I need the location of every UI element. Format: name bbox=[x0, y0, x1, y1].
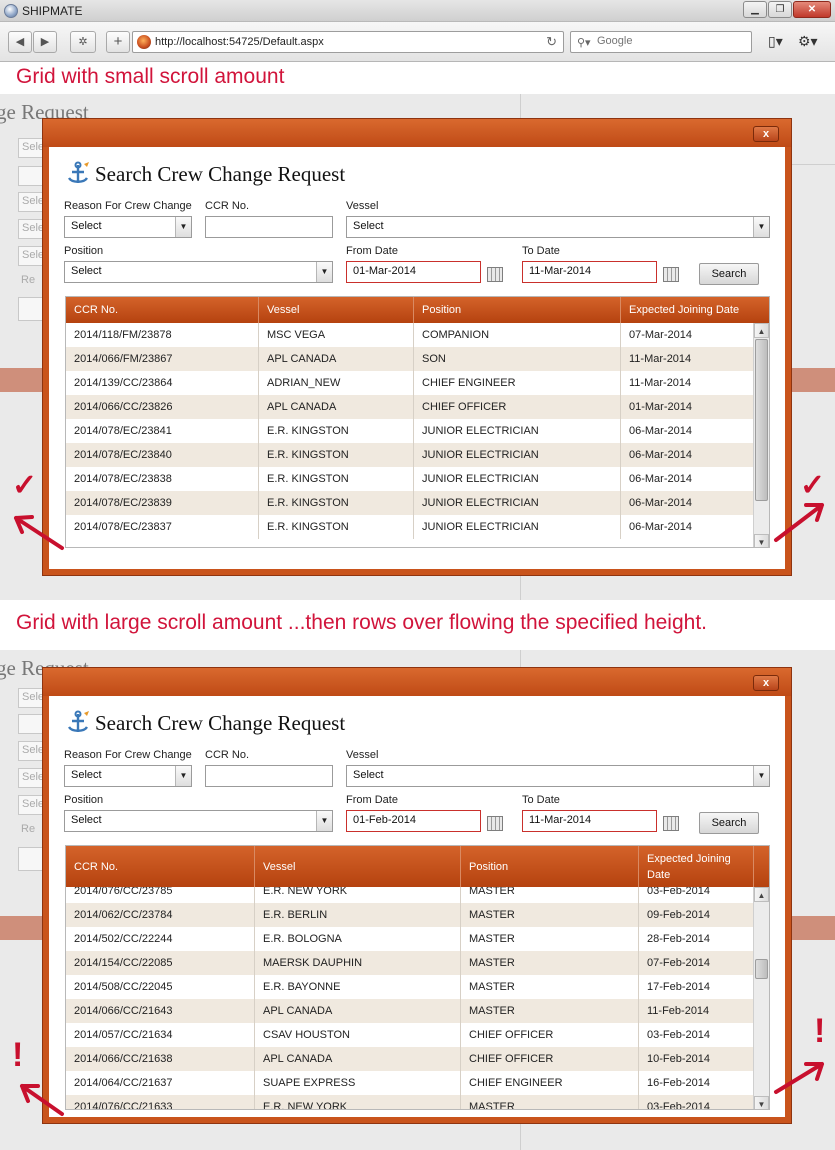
arrow-icon bbox=[14, 515, 64, 550]
arrow-icon bbox=[20, 1084, 64, 1116]
annotation-arrows bbox=[14, 503, 824, 1116]
arrow-icon bbox=[774, 503, 824, 542]
arrow-icon bbox=[774, 1062, 824, 1094]
